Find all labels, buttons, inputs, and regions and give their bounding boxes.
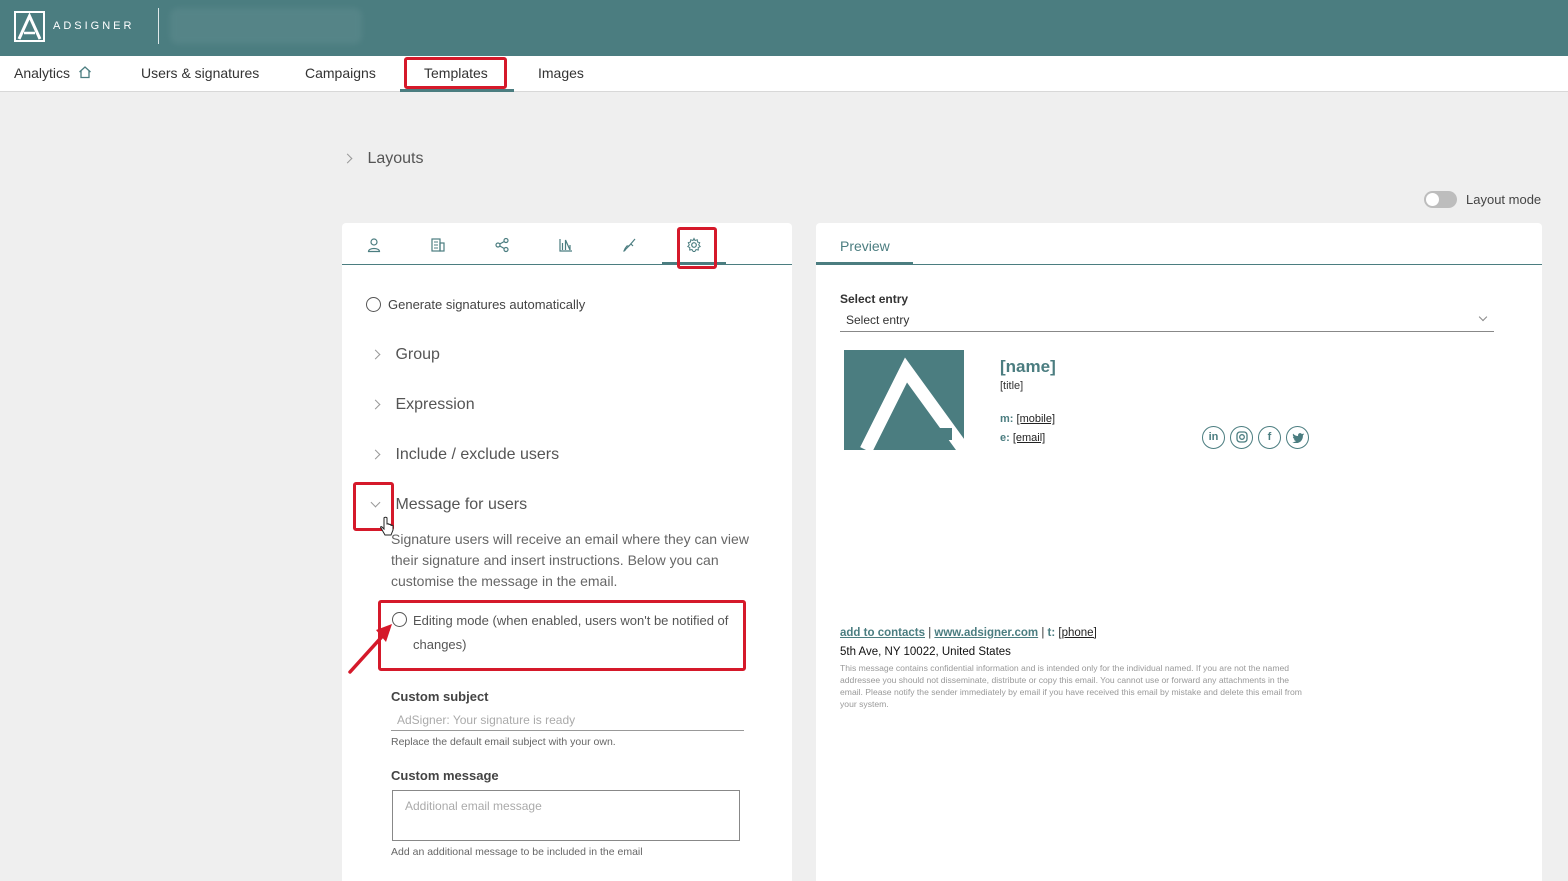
generate-auto-checkbox[interactable] [366, 297, 381, 312]
preview-panel: Preview Select entry Select entry [name]… [816, 223, 1542, 881]
top-bar: ADSIGNER [0, 0, 1568, 56]
logo-mark-icon [860, 357, 964, 450]
signature-disclaimer: This message contains confidential infor… [840, 663, 1302, 709]
facebook-icon[interactable]: f [1258, 426, 1281, 449]
select-entry-label: Select entry [840, 292, 909, 306]
custom-message-hint: Add an additional message to be included… [391, 846, 643, 858]
nav-templates[interactable]: Templates [424, 56, 488, 92]
main-nav: Analytics Users & signatures Campaigns T… [0, 56, 1568, 92]
preview-tab-indicator [816, 262, 913, 265]
select-entry-value: Select entry [846, 313, 910, 327]
chevron-right-icon [370, 449, 381, 460]
include-exclude-label: Include / exclude users [395, 446, 560, 463]
website-link[interactable]: www.adsigner.com [934, 627, 1038, 639]
custom-subject-hint: Replace the default email subject with y… [391, 736, 616, 748]
include-exclude-accordion[interactable]: Include / exclude users [370, 446, 560, 464]
signature-logo [844, 350, 964, 450]
nav-active-indicator [400, 89, 514, 92]
chevron-down-icon [1478, 312, 1488, 322]
mobile-link[interactable]: [mobile] [1017, 413, 1056, 425]
layouts-accordion[interactable]: Layouts [342, 150, 424, 168]
custom-message-textarea[interactable] [392, 790, 740, 841]
email-prefix: e: [1000, 432, 1010, 444]
signature-address: 5th Ave, NY 10022, United States [840, 646, 1011, 658]
layout-mode-toggle[interactable] [1424, 191, 1457, 208]
layout-mode-label: Layout mode [1466, 192, 1542, 207]
logo-mark-icon [17, 12, 42, 40]
share-icon[interactable] [494, 237, 510, 253]
brush-icon[interactable] [622, 237, 638, 253]
gear-icon[interactable] [686, 237, 702, 253]
email-link[interactable]: [email] [1013, 432, 1045, 444]
custom-subject-label: Custom subject [391, 689, 489, 704]
custom-message-label: Custom message [391, 768, 499, 783]
custom-subject-input[interactable] [391, 709, 744, 731]
instagram-icon[interactable] [1230, 426, 1253, 449]
chevron-right-icon [370, 349, 381, 360]
message-for-users-label: Message for users [395, 496, 528, 513]
nav-images[interactable]: Images [538, 56, 584, 92]
adsigner-logo[interactable] [14, 11, 45, 42]
layouts-label: Layouts [367, 150, 424, 167]
chevron-right-icon [342, 153, 353, 164]
editor-tab-active-indicator [662, 262, 726, 265]
add-to-contacts-link[interactable]: add to contacts [840, 627, 925, 639]
topbar-divider [158, 8, 159, 44]
nav-campaigns[interactable]: Campaigns [305, 56, 376, 92]
user-icon[interactable] [366, 237, 382, 253]
message-for-users-accordion[interactable]: Message for users [370, 496, 528, 514]
phone-link[interactable]: [phone] [1058, 627, 1096, 639]
expression-accordion[interactable]: Expression [370, 396, 475, 414]
signature-name: [name] [1000, 357, 1056, 376]
expression-label: Expression [395, 396, 475, 413]
annotation-arrow [348, 624, 392, 674]
editing-mode-label: Editing mode (when enabled, users won't … [413, 613, 729, 652]
phone-prefix: t: [1047, 627, 1056, 639]
editor-panel: Generate signatures automatically Group … [342, 223, 792, 881]
message-description: Signature users will receive an email wh… [391, 531, 749, 589]
chevron-down-icon [370, 497, 381, 508]
linkedin-icon[interactable]: in [1202, 426, 1225, 449]
nav-users-signatures[interactable]: Users & signatures [141, 56, 259, 92]
mobile-prefix: m: [1000, 413, 1014, 425]
nav-analytics[interactable]: Analytics [14, 56, 92, 92]
generate-auto-label: Generate signatures automatically [388, 297, 586, 312]
signature-email-line: e: [email] [1000, 432, 1045, 444]
account-name-blurred[interactable] [170, 8, 362, 44]
home-icon [78, 57, 92, 92]
mouse-cursor-icon [380, 516, 394, 536]
editor-tabbar [342, 223, 792, 265]
select-entry-dropdown[interactable]: Select entry [840, 310, 1494, 332]
group-label: Group [395, 346, 440, 363]
signature-title: [title] [1000, 380, 1024, 392]
preview-tabbar: Preview [816, 223, 1542, 265]
logo-text: ADSIGNER [53, 20, 135, 32]
nav-analytics-label: Analytics [14, 65, 71, 81]
chart-icon[interactable] [558, 237, 574, 253]
signature-footer-links: add to contacts | www.adsigner.com | t: … [840, 627, 1097, 639]
signature-mobile-line: m: [mobile] [1000, 413, 1055, 425]
tab-preview[interactable]: Preview [840, 238, 890, 254]
chevron-right-icon [370, 399, 381, 410]
group-accordion[interactable]: Group [370, 346, 440, 364]
company-icon[interactable] [430, 237, 446, 253]
twitter-icon[interactable] [1286, 426, 1309, 449]
